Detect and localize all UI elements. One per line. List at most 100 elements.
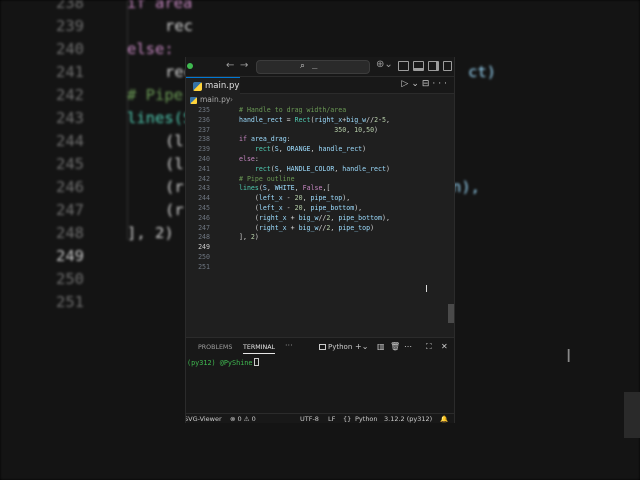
status-problems[interactable]: ⊗ 0 ⚠ 0 [230, 415, 256, 423]
background-line-number: 241 [56, 63, 84, 81]
code-line[interactable]: 240 else: [186, 155, 454, 165]
background-code-text: rec [165, 17, 193, 35]
command-center-search[interactable]: ⌕ _ [256, 60, 370, 74]
status-interpreter[interactable]: 3.12.2 (py312) [384, 415, 432, 423]
split-editor-icon[interactable]: ⊟ [422, 79, 433, 89]
maximize-panel-icon[interactable]: ⛶ [426, 342, 432, 352]
prompt-text: (py312) @PyShine [187, 359, 253, 367]
code-text: if area_drag: [239, 135, 291, 144]
code-line[interactable]: 249 [186, 243, 454, 253]
copilot-icon[interactable]: ⊕⌄ [376, 59, 393, 70]
code-line[interactable]: 244 (left_x - 20, pipe_top), [186, 194, 454, 204]
window-status-dot [187, 63, 193, 69]
code-line[interactable]: 235 # Handle to drag width/area [186, 106, 454, 116]
background-sidebar-fragment [624, 392, 640, 438]
status-remote[interactable]: SVG-Viewer [186, 415, 222, 423]
code-line[interactable]: 239 rect(S, ORANGE, handle_rect) [186, 145, 454, 155]
background-line-number: 246 [56, 178, 84, 196]
bottom-panel: PROBLEMS TERMINAL ··· Python +⌄ ▥ 🗑 ⋯ ⛶ … [186, 337, 454, 413]
status-eol[interactable]: LF [328, 415, 335, 423]
split-terminal-icon[interactable]: ▥ [377, 342, 385, 351]
background-line-number: 243 [56, 109, 84, 127]
tab-label: main.py [205, 81, 240, 91]
status-language[interactable]: Python [355, 415, 378, 423]
run-python-icon[interactable]: ▷ [401, 79, 411, 89]
line-number: 241 [198, 164, 210, 173]
text-cursor-icon: I [566, 346, 572, 367]
code-line[interactable]: 250 [186, 253, 454, 263]
panel-more-icon[interactable]: ··· [285, 341, 293, 350]
background-line-number: 245 [56, 155, 84, 173]
editor-scrollbar[interactable] [448, 304, 454, 323]
tab-terminal[interactable]: TERMINAL [243, 344, 276, 354]
toggle-secondary-sidebar-icon[interactable] [428, 61, 439, 71]
vscode-window: ← → ⌕ _ ⊕⌄ main.py ▷⌄⊟··· main.py › 235 #… [185, 57, 455, 423]
language-brace-icon[interactable]: {} [343, 415, 351, 423]
code-text: lines(S, WHITE, False,[ [239, 184, 331, 193]
breadcrumb: main.py › [186, 95, 454, 106]
python-file-icon [193, 82, 202, 91]
status-encoding[interactable]: UTF-8 [300, 415, 319, 423]
code-text: else: [239, 155, 259, 163]
code-line[interactable]: 247 (right_x + big_w//2, pipe_top) [186, 223, 454, 234]
code-line[interactable]: 246 (right_x + big_w//2, pipe_bottom), [186, 213, 454, 224]
terminal-name: Python [328, 343, 353, 351]
back-arrow-icon[interactable]: ← [226, 60, 234, 71]
background-line-number: 250 [56, 270, 84, 288]
forward-arrow-icon[interactable]: → [240, 60, 248, 71]
code-text: # Pipe outline [239, 174, 295, 183]
code-line[interactable]: 248], 2) [186, 233, 454, 243]
background-line-number: 240 [56, 40, 84, 58]
code-text: (left_x - 20, pipe_bottom), [239, 204, 363, 212]
code-line[interactable]: 241 rect(S, HANDLE_COLOR, handle_rect) [186, 164, 454, 175]
code-line[interactable]: 237 350, 10,50) [186, 126, 454, 136]
code-line[interactable]: 236 handle_rect = Rect(right_x+big_w//2-5… [186, 115, 454, 126]
background-code-tail: n), [452, 178, 480, 196]
code-line[interactable]: 245 (left_x - 20, pipe_bottom), [186, 204, 454, 214]
terminal-selector[interactable]: Python [319, 343, 352, 351]
bell-icon[interactable]: 🔔 [440, 415, 448, 423]
breadcrumb-chevron-icon: › [230, 95, 233, 104]
background-line-number: 242 [56, 86, 84, 104]
editor-tab-bar: main.py ▷⌄⊟··· [186, 77, 454, 94]
background-code-text: lines(S [127, 109, 193, 127]
close-panel-icon[interactable]: ✕ [441, 342, 448, 351]
code-text: handle_rect = Rect(right_x+big_w//2-5, [239, 115, 390, 124]
background-code-line: 239 rec [0, 15, 640, 38]
code-line[interactable]: 243 lines(S, WHITE, False,[ [186, 184, 454, 194]
trash-icon[interactable]: 🗑 [390, 342, 400, 351]
breadcrumb-file[interactable]: main.py [200, 95, 230, 104]
toggle-sidebar-icon[interactable] [398, 61, 409, 71]
python-file-icon [190, 97, 197, 104]
run-menu-chevron-icon[interactable]: ⌄ [411, 79, 422, 89]
tab-problems[interactable]: PROBLEMS [198, 344, 232, 351]
code-text: # Handle to drag width/area [239, 106, 347, 114]
toggle-panel-icon[interactable] [413, 61, 424, 71]
code-line[interactable]: 251 [186, 263, 454, 273]
line-number: 239 [198, 145, 210, 154]
line-number: 236 [198, 115, 210, 124]
line-number: 235 [198, 106, 210, 114]
code-editor[interactable]: 235 # Handle to drag width/area 236 handle_… [186, 106, 454, 342]
background-code-line: 238 if area [0, 0, 640, 15]
background-code-text: (r [165, 201, 184, 219]
line-number: 245 [198, 204, 210, 212]
new-terminal-icon[interactable]: +⌄ [355, 342, 368, 351]
background-code-text: (r [165, 178, 184, 196]
background-code-text: ], 2) [127, 224, 174, 242]
line-number: 246 [198, 213, 210, 222]
customize-layout-icon[interactable] [443, 61, 452, 71]
background-code-text: # Pipe [127, 86, 183, 104]
tab-main-py[interactable]: main.py [186, 77, 240, 94]
more-actions-icon[interactable]: ··· [432, 79, 450, 89]
terminal-prompt[interactable]: (py312) @PyShine [187, 358, 260, 367]
panel-more-actions-icon[interactable]: ⋯ [404, 342, 412, 351]
line-number: 240 [198, 155, 210, 163]
code-line[interactable]: 242 # Pipe outline [186, 174, 454, 185]
background-code-text: (l [165, 132, 184, 150]
background-line-number: 247 [56, 201, 84, 219]
line-number: 250 [198, 253, 210, 261]
code-line[interactable]: 238 if area_drag: [186, 135, 454, 145]
code-text: (right_x + big_w//2, pipe_top) [239, 223, 375, 232]
title-bar: ← → ⌕ _ ⊕⌄ [186, 57, 454, 77]
